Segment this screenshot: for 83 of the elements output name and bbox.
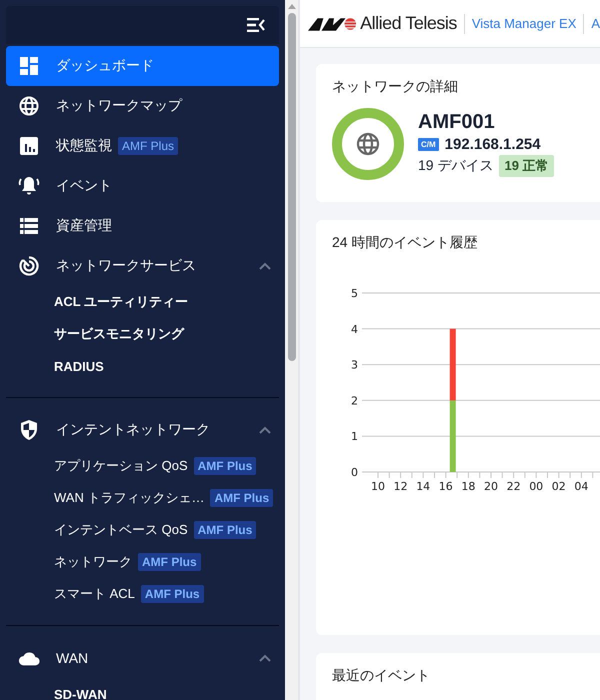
nav-item[interactable]: WAN	[6, 638, 279, 678]
nav-item[interactable]: ネットワークサービス	[6, 246, 279, 286]
nav-label: ダッシュボード	[56, 57, 154, 75]
nav-subitem[interactable]: サービスモニタリング	[6, 318, 279, 350]
x-axis-label: 14	[416, 480, 430, 493]
scrollbar-thumb[interactable]	[288, 13, 296, 361]
bar-chart-icon	[20, 137, 38, 155]
nav-label: SD-WAN	[54, 686, 107, 700]
nav-label: インテントネットワーク	[56, 421, 210, 439]
nav-label: 資産管理	[56, 217, 112, 235]
nav-label: インテントベース QoS	[54, 521, 188, 539]
nav-subitem[interactable]: RADIUS	[6, 350, 279, 382]
cloud-icon	[18, 650, 40, 666]
logo-icon	[308, 16, 356, 30]
plan-badge: AMF Plus	[194, 457, 256, 475]
nav-label: ネットワーク	[54, 553, 132, 571]
ip-address: 192.168.1.254	[444, 136, 541, 153]
globe-icon	[356, 132, 380, 156]
nav-label: ネットワークサービス	[56, 257, 196, 275]
plan-badge: AMF Plus	[210, 489, 274, 507]
nav-label: スマート ACL	[54, 585, 135, 603]
plan-badge: AMF Plus	[118, 137, 178, 155]
nav-label: WAN	[56, 650, 88, 666]
collapse-menu-icon[interactable]	[247, 18, 265, 32]
nav-label: RADIUS	[54, 358, 104, 374]
nav-label: ネットワークマップ	[56, 97, 182, 115]
nav-item[interactable]: ネットワークマップ	[6, 86, 279, 126]
nav-item[interactable]: 状態監視 AMF Plus	[6, 126, 279, 166]
chevron-up-icon[interactable]	[259, 262, 271, 270]
y-axis-label: 0	[351, 466, 358, 479]
device-count: 19 デバイス	[418, 157, 494, 175]
card-title: 最近のイベント	[332, 667, 431, 685]
plan-badge: AMF Plus	[138, 553, 201, 571]
nav-subitem[interactable]: インテントベース QoS AMF Plus	[6, 514, 279, 546]
y-axis-label: 3	[351, 358, 358, 372]
shield-icon	[20, 420, 38, 440]
scroll-up-icon[interactable]	[288, 4, 296, 9]
x-axis-label: 22	[506, 480, 521, 493]
nav-subitem[interactable]: ネットワーク AMF Plus	[6, 546, 279, 578]
nav-label: ACL ユーティリティー	[54, 293, 188, 311]
plan-badge: AMF Plus	[194, 521, 256, 539]
x-axis-label: 20	[484, 480, 498, 493]
x-axis-label: 00	[529, 480, 544, 493]
x-axis-label: 12	[394, 480, 408, 493]
x-axis-label: 16	[438, 480, 453, 493]
y-axis-label: 2	[351, 394, 358, 408]
card-title: ネットワークの詳細	[332, 78, 459, 96]
nav-label: イベント	[56, 177, 112, 195]
y-axis-label: 1	[351, 430, 358, 444]
y-axis-label: 5	[351, 287, 358, 300]
network-name: AMF001	[418, 111, 496, 134]
nav-item[interactable]: インテントネットワーク	[6, 410, 279, 450]
plan-badge: AMF Plus	[140, 585, 204, 603]
bell-icon	[18, 176, 40, 196]
nav-label: サービスモニタリング	[54, 325, 184, 343]
nav-subitem[interactable]: WAN トラフィックシェ… AMF Plus	[6, 482, 279, 514]
nav-label: アプリケーション QoS	[54, 457, 188, 475]
globe-icon	[19, 96, 39, 116]
list-icon	[20, 218, 38, 234]
role-badge: C/M	[418, 138, 439, 151]
nav-item[interactable]: ダッシュボード	[6, 46, 279, 86]
nav-subitem[interactable]: SD-WAN	[6, 678, 279, 700]
nav-item[interactable]: イベント	[6, 166, 279, 206]
x-axis-label: 02	[552, 480, 566, 493]
nav-subitem[interactable]: スマート ACL AMF Plus	[6, 578, 279, 610]
card-title: 24 時間のイベント履歴	[332, 234, 478, 252]
x-axis-label: 18	[461, 480, 476, 493]
nav-label: WAN トラフィックシェ…	[54, 489, 204, 507]
target-icon	[19, 256, 39, 276]
chevron-up-icon[interactable]	[259, 654, 271, 662]
status-badge: 19 正常	[499, 155, 554, 177]
nav-item[interactable]: 資産管理	[6, 206, 279, 246]
nav-label: 状態監視	[56, 137, 112, 155]
product-link[interactable]: Vista Manager EX	[472, 16, 576, 31]
chevron-up-icon[interactable]	[259, 426, 271, 434]
nav-subitem[interactable]: ACL ユーティリティー	[6, 286, 279, 318]
x-axis-label: 10	[371, 480, 385, 493]
nav-subitem[interactable]: アプリケーション QoS AMF Plus	[6, 450, 279, 482]
x-axis-label: 04	[574, 480, 588, 493]
breadcrumb-link[interactable]: A	[591, 16, 600, 31]
brand-name: Allied Telesis	[360, 13, 457, 34]
y-axis-label: 4	[351, 322, 358, 336]
dashboard-icon	[20, 57, 38, 75]
